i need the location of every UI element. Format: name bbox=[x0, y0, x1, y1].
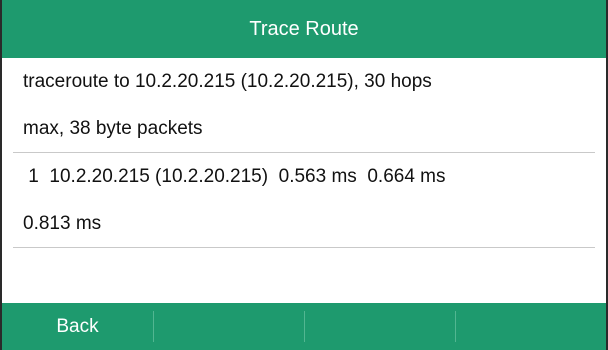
softkey-2[interactable] bbox=[153, 303, 304, 350]
softkey-4[interactable] bbox=[455, 303, 606, 350]
title-bar: Trace Route bbox=[2, 0, 606, 58]
output-line: 0.813 ms bbox=[23, 212, 102, 234]
output-line: 1 10.2.20.215 (10.2.20.215) 0.563 ms 0.6… bbox=[23, 165, 446, 187]
phone-screen: Trace Route traceroute to 10.2.20.215 (1… bbox=[0, 0, 608, 350]
output-line: traceroute to 10.2.20.215 (10.2.20.215),… bbox=[23, 70, 432, 92]
divider bbox=[13, 247, 595, 248]
output-line: max, 38 byte packets bbox=[23, 117, 203, 139]
back-softkey[interactable]: Back bbox=[2, 303, 153, 350]
back-softkey-label: Back bbox=[56, 315, 99, 337]
softkey-bar: Back bbox=[2, 303, 606, 350]
softkey-3[interactable] bbox=[304, 303, 455, 350]
traceroute-output: traceroute to 10.2.20.215 (10.2.20.215),… bbox=[2, 58, 606, 248]
page-title: Trace Route bbox=[249, 17, 359, 40]
